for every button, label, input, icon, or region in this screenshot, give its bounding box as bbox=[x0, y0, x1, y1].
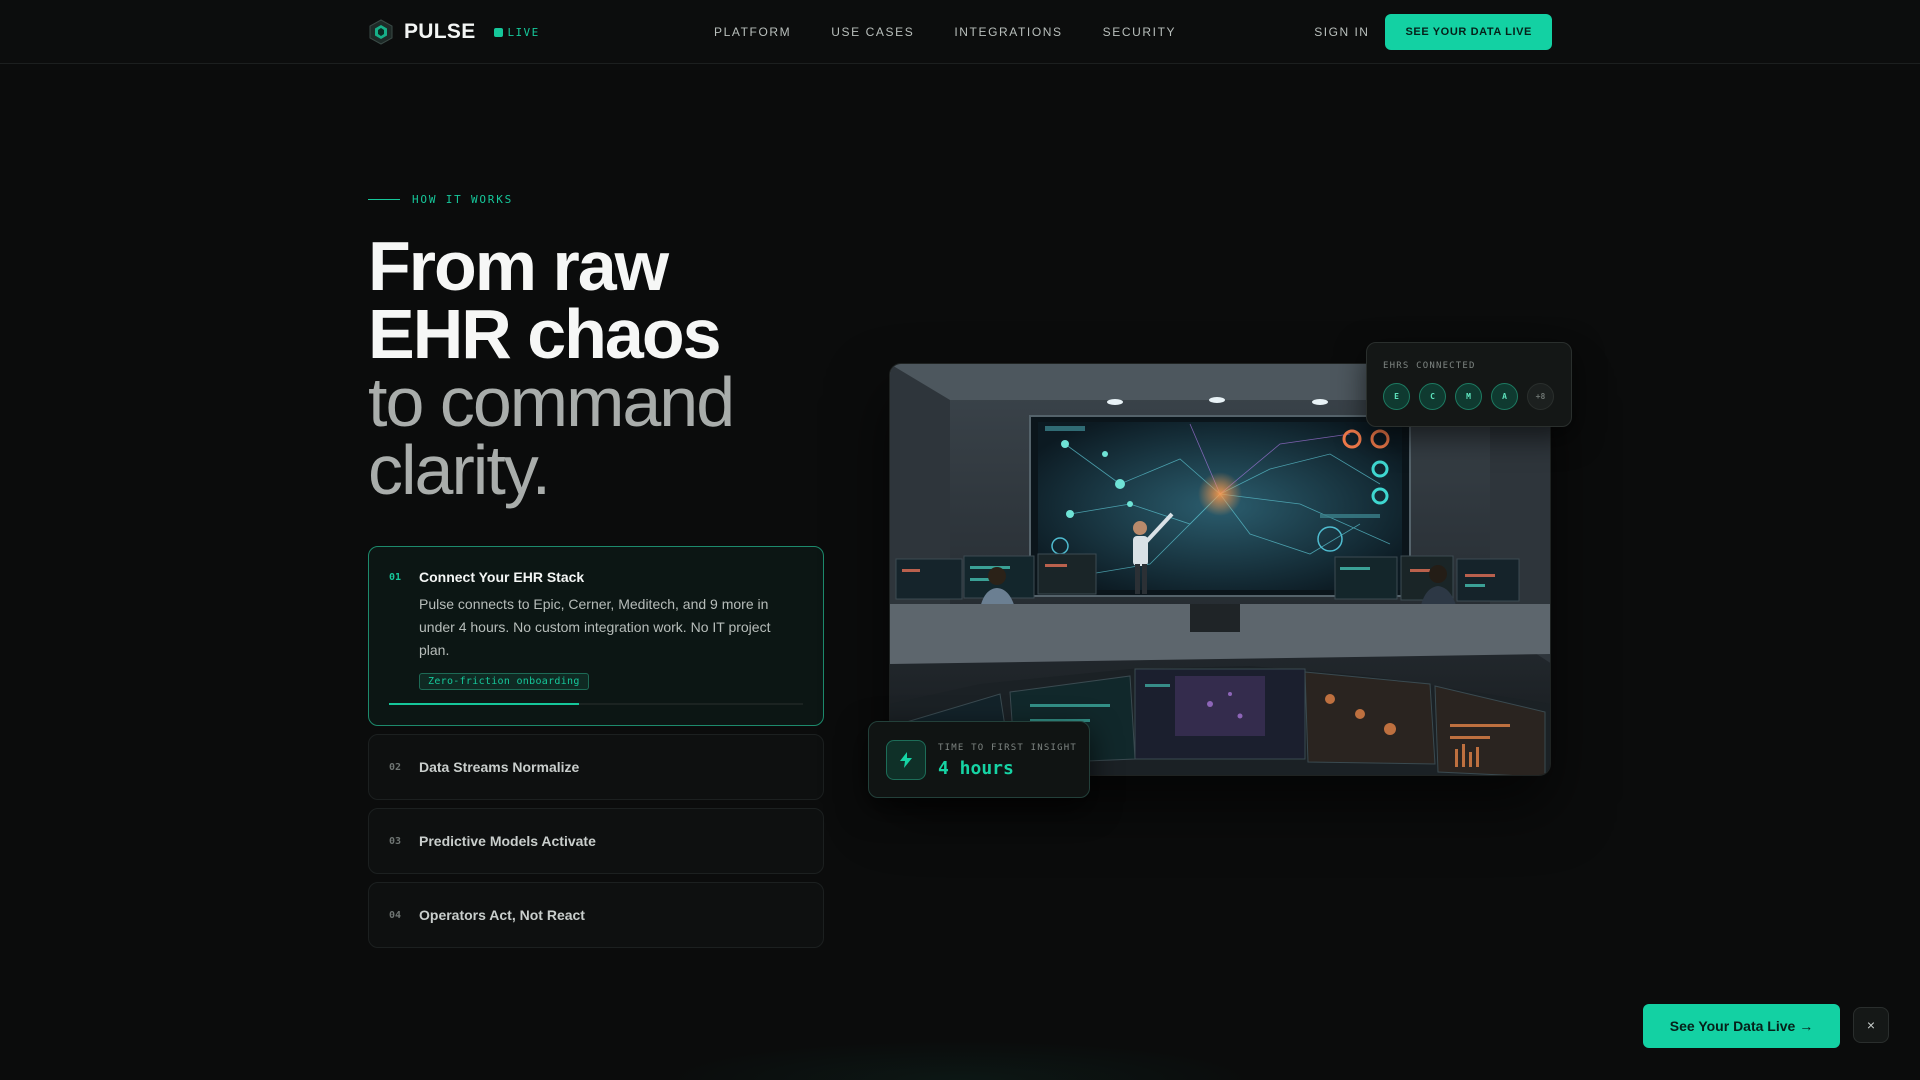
ehr-avatar-cerner: C bbox=[1419, 383, 1446, 410]
insight-value: 4 hours bbox=[938, 758, 1014, 779]
step-operators-act[interactable]: 04 Operators Act, Not React bbox=[368, 882, 824, 948]
step-connect-ehr[interactable]: 01 Connect Your EHR Stack Pulse connects… bbox=[368, 546, 824, 726]
brand[interactable]: PULSE LIVE bbox=[368, 18, 540, 46]
step-predictive-models[interactable]: 03 Predictive Models Activate bbox=[368, 808, 824, 874]
step-title: Connect Your EHR Stack bbox=[419, 569, 585, 585]
eyebrow-text: HOW IT WORKS bbox=[412, 193, 514, 206]
top-nav: PULSE LIVE PLATFORM USE CASES INTEGRATIO… bbox=[0, 0, 1920, 64]
nav-links: PLATFORM USE CASES INTEGRATIONS SECURITY bbox=[714, 0, 1216, 64]
ehr-avatar-meditech: M bbox=[1455, 383, 1482, 410]
floating-see-data-live-button[interactable]: See Your Data Live → bbox=[1643, 1004, 1840, 1048]
bottom-glow bbox=[660, 1040, 1260, 1080]
step-description: Pulse connects to Epic, Cerner, Meditech… bbox=[419, 596, 771, 658]
pulse-logo-icon bbox=[369, 19, 393, 45]
step-progress-fill bbox=[389, 703, 580, 705]
step-number: 01 bbox=[389, 572, 402, 583]
brand-name: PULSE bbox=[404, 20, 476, 43]
step-title: Predictive Models Activate bbox=[419, 833, 596, 849]
eyebrow-divider bbox=[368, 199, 400, 200]
step-tag: Zero-friction onboarding bbox=[419, 673, 589, 690]
steps-list: 01 Connect Your EHR Stack Pulse connects… bbox=[368, 546, 824, 956]
page-title: From raw EHR chaos to command clarity. bbox=[368, 227, 888, 509]
nav-link-security[interactable]: SECURITY bbox=[1103, 25, 1176, 39]
ehrs-connected-label: EHRS CONNECTED bbox=[1383, 361, 1476, 371]
step-title: Data Streams Normalize bbox=[419, 759, 580, 775]
see-data-live-button[interactable]: SEE YOUR DATA LIVE bbox=[1385, 14, 1552, 50]
step-progress-bar bbox=[389, 703, 803, 705]
sign-in-link[interactable]: SIGN IN bbox=[1314, 25, 1369, 39]
ehrs-connected-card: EHRS CONNECTED E C M A +8 bbox=[1366, 342, 1572, 427]
section-eyebrow: HOW IT WORKS bbox=[368, 193, 513, 206]
live-label: LIVE bbox=[507, 25, 540, 39]
lightning-bolt-svg bbox=[900, 752, 912, 768]
time-to-insight-card: TIME TO FIRST INSIGHT 4 hours bbox=[868, 721, 1090, 798]
step-data-streams[interactable]: 02 Data Streams Normalize bbox=[368, 734, 824, 800]
nav-link-platform[interactable]: PLATFORM bbox=[714, 25, 791, 39]
ehr-avatar-epic: E bbox=[1383, 383, 1410, 410]
lightning-bolt-icon bbox=[886, 740, 926, 780]
live-badge: LIVE bbox=[493, 25, 540, 39]
step-number: 03 bbox=[389, 836, 402, 847]
live-indicator-icon bbox=[493, 27, 503, 37]
headline-line-3: to command bbox=[368, 363, 735, 441]
ehr-avatar-group: E C M A +8 bbox=[1383, 383, 1563, 410]
ehr-avatar-more: +8 bbox=[1527, 383, 1554, 410]
headline-line-1: From raw bbox=[368, 227, 669, 305]
nav-link-use-cases[interactable]: USE CASES bbox=[831, 25, 914, 39]
headline-line-2: EHR chaos bbox=[368, 295, 722, 373]
step-number: 02 bbox=[389, 762, 402, 773]
step-title: Operators Act, Not React bbox=[419, 907, 585, 923]
insight-label: TIME TO FIRST INSIGHT bbox=[938, 743, 1077, 753]
close-floating-cta-button[interactable]: × bbox=[1853, 1007, 1889, 1043]
nav-link-integrations[interactable]: INTEGRATIONS bbox=[954, 25, 1062, 39]
headline-line-4: clarity. bbox=[368, 431, 551, 509]
nav-actions: SIGN IN SEE YOUR DATA LIVE bbox=[1314, 14, 1552, 50]
step-number: 04 bbox=[389, 910, 402, 921]
ehr-avatar-a: A bbox=[1491, 383, 1518, 410]
